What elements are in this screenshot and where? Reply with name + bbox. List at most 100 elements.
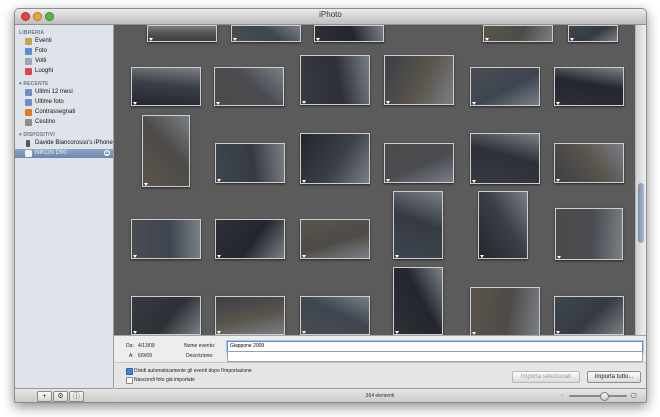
import-marker-icon — [395, 331, 399, 334]
import-marker-icon — [133, 102, 137, 105]
photo-thumbnail[interactable] — [215, 296, 285, 335]
photo-thumbnail[interactable] — [554, 143, 624, 183]
iphone-icon — [26, 140, 30, 147]
hide-imported-checkbox[interactable] — [126, 377, 133, 384]
sidebar-item-events[interactable]: Eventi — [15, 37, 113, 46]
import-marker-icon — [233, 38, 237, 41]
import-all-button[interactable]: Importa tutto... — [587, 371, 641, 383]
photo-thumbnail[interactable] — [483, 25, 553, 42]
import-marker-icon — [386, 101, 390, 104]
import-selected-button[interactable]: Importa selezionati — [512, 371, 580, 383]
import-marker-icon — [472, 180, 476, 183]
places-icon — [25, 68, 32, 75]
photo-thumbnail[interactable] — [554, 296, 624, 335]
photo-thumbnail[interactable] — [568, 25, 618, 42]
vertical-scrollbar[interactable] — [635, 25, 646, 335]
description-label: Descrizione: — [186, 353, 214, 359]
from-date: 4/13/09 — [138, 343, 155, 349]
photo-thumbnail[interactable] — [300, 296, 370, 335]
status-bar: 364 elementi ▫ ▢ — [114, 388, 646, 402]
library-header: LIBRERIA — [19, 30, 45, 36]
description-input[interactable] — [227, 351, 643, 362]
add-button[interactable]: + — [37, 391, 52, 402]
import-options: Dividi automaticamente gli eventi dopo l… — [114, 362, 646, 389]
import-marker-icon — [302, 255, 306, 258]
import-marker-icon — [480, 255, 484, 258]
import-marker-icon — [570, 38, 574, 41]
photo-thumbnail[interactable] — [470, 133, 540, 184]
photo-thumbnail[interactable] — [314, 25, 384, 42]
import-marker-icon — [217, 255, 221, 258]
sidebar-item-faces[interactable]: Volti — [15, 57, 113, 66]
sidebar-item-flagged[interactable]: Contrassegnati — [15, 108, 113, 117]
photo-thumbnail[interactable] — [470, 287, 540, 335]
photo-thumbnail[interactable] — [393, 267, 443, 335]
sidebar-footer: + ⚙ ⓘ — [15, 388, 113, 402]
import-marker-icon — [133, 255, 137, 258]
photo-thumbnail[interactable] — [131, 296, 201, 335]
calendar-icon — [25, 89, 32, 96]
import-marker-icon — [216, 102, 220, 105]
source-list: LIBRERIA Eventi Foto Volti Luoghi ▾ RECE… — [15, 25, 114, 388]
zoom-slider-knob[interactable] — [599, 392, 609, 401]
title-bar: iPhoto — [15, 9, 646, 25]
import-marker-icon — [557, 256, 561, 259]
photo-thumbnail[interactable] — [300, 133, 370, 184]
info-icon[interactable]: ⓘ — [69, 391, 84, 402]
photo-thumbnail[interactable] — [393, 191, 443, 259]
photo-thumbnail[interactable] — [384, 55, 454, 105]
large-photo-icon: ▢ — [631, 393, 637, 399]
photo-thumbnail[interactable] — [214, 67, 284, 106]
import-marker-icon — [217, 179, 221, 182]
split-events-checkbox[interactable] — [126, 368, 133, 375]
sidebar-item-trash[interactable]: Cestino — [15, 118, 113, 127]
item-count: 364 elementi — [365, 393, 395, 399]
gear-icon[interactable]: ⚙ — [53, 391, 68, 402]
small-photo-icon: ▫ — [561, 393, 563, 399]
sidebar-item-places[interactable]: Luoghi — [15, 67, 113, 76]
sidebar-item-iphone[interactable]: Davide Biancorosso's iPhone — [15, 139, 113, 148]
photo-thumbnail[interactable] — [554, 67, 624, 106]
to-date: 6/9/09 — [138, 353, 152, 359]
photo-thumbnail[interactable] — [147, 25, 217, 42]
photo-grid[interactable] — [114, 25, 635, 335]
import-marker-icon — [316, 38, 320, 41]
photo-thumbnail[interactable] — [215, 219, 285, 259]
photos-icon — [25, 48, 32, 55]
import-marker-icon — [302, 331, 306, 334]
photo-thumbnail[interactable] — [142, 115, 190, 187]
sidebar-item-last-12-months[interactable]: Ultimi 12 mesi — [15, 88, 113, 97]
import-marker-icon — [217, 331, 221, 334]
recent-header: ▾ RECENTE — [19, 81, 49, 87]
split-events-label: Dividi automaticamente gli eventi dopo l… — [134, 368, 252, 374]
camera-icon — [25, 150, 32, 157]
photo-thumbnail[interactable] — [555, 208, 623, 260]
from-label: Da: — [126, 343, 134, 349]
import-marker-icon — [556, 331, 560, 334]
zoom-slider[interactable] — [569, 392, 627, 401]
import-marker-icon — [149, 38, 153, 41]
import-marker-icon — [472, 102, 476, 105]
import-marker-icon — [556, 102, 560, 105]
trash-icon — [25, 119, 32, 126]
photo-thumbnail[interactable] — [215, 143, 285, 183]
photo-thumbnail[interactable] — [300, 55, 370, 105]
import-marker-icon — [485, 38, 489, 41]
import-marker-icon — [144, 183, 148, 186]
eject-icon[interactable]: ⏏ — [104, 150, 110, 156]
sidebar-item-nikon-d90[interactable]: NIKON D90 ⏏ — [15, 149, 113, 158]
import-marker-icon — [395, 255, 399, 258]
photo-thumbnail[interactable] — [478, 191, 528, 259]
photo-thumbnail[interactable] — [131, 219, 201, 259]
photo-thumbnail[interactable] — [470, 67, 540, 106]
sidebar-item-last-import[interactable]: Ultime foto — [15, 98, 113, 107]
photo-thumbnail[interactable] — [384, 143, 454, 183]
import-marker-icon — [386, 179, 390, 182]
photo-thumbnail[interactable] — [231, 25, 301, 42]
sidebar-item-photos[interactable]: Foto — [15, 47, 113, 56]
photo-thumbnail[interactable] — [300, 219, 370, 259]
event-name-label: Nome evento: — [184, 343, 216, 349]
import-marker-icon — [133, 331, 137, 334]
photo-thumbnail[interactable] — [131, 67, 201, 106]
scrollbar-thumb[interactable] — [638, 183, 644, 243]
